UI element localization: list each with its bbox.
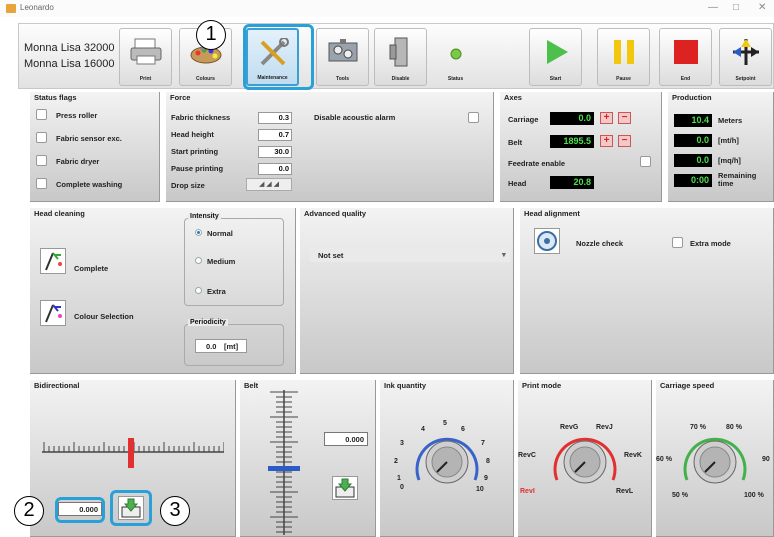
callout-2: 2	[14, 496, 44, 526]
bidirectional-save-button[interactable]	[118, 496, 144, 520]
ink-quantity-panel: Ink quantity 0 1 2 3 4 5 6 7 8 9 10	[380, 380, 514, 537]
pause-printing-input[interactable]: 0.0	[258, 163, 292, 175]
quality-dropdown[interactable]: Not set ▾	[310, 248, 510, 262]
disable-button[interactable]: Disable	[374, 28, 427, 86]
printer-icon	[129, 37, 163, 67]
main-toolbar: Monna Lisa 32000 Monna Lisa 16000 Print …	[18, 23, 774, 89]
app-icon	[6, 4, 16, 13]
machine-name-2: Monna Lisa 16000	[24, 58, 115, 70]
intensity-medium-radio[interactable]	[195, 257, 202, 264]
nozzle-icon	[537, 231, 557, 251]
pause-icon	[609, 37, 639, 69]
carriage-minus-button[interactable]: −	[618, 112, 631, 124]
belt-display: 1895.5	[550, 135, 594, 148]
pause-button[interactable]: Pause	[597, 28, 650, 86]
force-panel: Force Fabric thickness 0.3 Head height 0…	[166, 92, 494, 202]
meters-display: 10.4	[674, 114, 712, 127]
window-title: Leonardo	[20, 3, 54, 12]
complete-washing-checkbox[interactable]	[36, 178, 47, 189]
carriage-plus-button[interactable]: +	[600, 112, 613, 124]
colour-selection-button[interactable]	[40, 300, 66, 326]
axes-panel: Axes Carriage 0.0 + − Belt 1895.5 + − Fe…	[500, 92, 662, 202]
bidirectional-panel: Bidirectional 0.000	[30, 380, 236, 537]
ink-quantity-knob[interactable]	[397, 422, 497, 488]
bidirectional-slider-thumb[interactable]	[128, 438, 134, 468]
print-button[interactable]: Print	[119, 28, 172, 86]
fabric-dryer-checkbox[interactable]	[36, 155, 47, 166]
head-display: 20.8	[550, 176, 594, 189]
save-icon	[335, 478, 355, 498]
brush-colour-icon	[45, 304, 62, 323]
save-icon	[121, 498, 141, 518]
disable-icon	[384, 37, 418, 69]
advanced-quality-panel: Advanced quality Not set ▾	[300, 208, 514, 374]
start-printing-input[interactable]: 30.0	[258, 146, 292, 158]
production-panel: Production 10.4 Meters 0.0 [mt/h] 0.0 [m…	[668, 92, 774, 202]
maximize-button[interactable]: □	[733, 2, 739, 13]
disable-alarm-checkbox[interactable]	[468, 112, 479, 123]
title-bar: Leonardo — □ ✕	[0, 0, 774, 17]
complete-clean-button[interactable]	[40, 248, 66, 274]
callout-3: 3	[160, 496, 190, 526]
extra-mode-checkbox[interactable]	[672, 237, 683, 248]
belt-minus-button[interactable]: −	[618, 135, 631, 147]
callout-1: 1	[196, 20, 226, 50]
head-alignment-panel: Head alignment Nozzle check Extra mode	[520, 208, 774, 374]
maintenance-button[interactable]: Maintenance	[246, 28, 299, 86]
fabric-sensor-checkbox[interactable]	[36, 132, 47, 143]
chevron-down-icon: ▾	[502, 250, 506, 259]
status-led-icon	[449, 47, 463, 63]
bidirectional-slider[interactable]	[42, 430, 224, 470]
toolbox-icon	[326, 37, 360, 67]
belt-input[interactable]: 0.000	[324, 432, 368, 446]
mth-display: 0.0	[674, 134, 712, 147]
belt-slider-thumb[interactable]	[268, 466, 300, 471]
minimize-button[interactable]: —	[708, 2, 718, 13]
setpoint-icon	[731, 37, 761, 69]
machine-name-1: Monna Lisa 32000	[24, 42, 115, 54]
close-button[interactable]: ✕	[758, 2, 766, 13]
print-mode-panel: Print mode RevG RevJ RevC RevK RevI RevL	[518, 380, 652, 537]
start-button[interactable]: Start	[529, 28, 582, 86]
tools-button[interactable]: Tools	[316, 28, 369, 86]
head-cleaning-panel: Head cleaning Complete Colour Selection …	[30, 208, 296, 374]
drop-size-selector[interactable]: ◢ ◢ ◢	[246, 178, 292, 191]
remaining-display: 0:00	[674, 174, 712, 187]
periodicity-group: Periodicity 0.0 [mt]	[184, 319, 284, 366]
belt-slider[interactable]	[264, 390, 304, 535]
carriage-speed-panel: Carriage speed 70 % 80 % 60 % 90 50 % 10…	[656, 380, 774, 537]
intensity-normal-radio[interactable]	[195, 229, 202, 236]
brush-icon	[45, 252, 62, 271]
setpoint-button[interactable]: Setpoint	[719, 28, 772, 86]
periodicity-input[interactable]: 0.0 [mt]	[195, 339, 247, 353]
head-height-input[interactable]: 0.7	[258, 129, 292, 141]
end-button[interactable]: End	[659, 28, 712, 86]
belt-save-button[interactable]	[332, 476, 358, 500]
status-button[interactable]: Status	[429, 28, 482, 86]
intensity-extra-radio[interactable]	[195, 287, 202, 294]
status-flags-panel: Status flags Press roller Fabric sensor …	[30, 92, 160, 202]
intensity-group: Intensity Normal Medium Extra	[184, 213, 284, 306]
print-mode-knob[interactable]	[535, 422, 635, 488]
belt-panel: Belt 0.000	[240, 380, 376, 537]
stop-icon	[671, 37, 701, 69]
press-roller-checkbox[interactable]	[36, 109, 47, 120]
nozzle-check-button[interactable]	[534, 228, 560, 254]
bidirectional-input[interactable]: 0.000	[58, 502, 102, 516]
belt-plus-button[interactable]: +	[600, 135, 613, 147]
mqh-display: 0.0	[674, 154, 712, 167]
play-icon	[541, 37, 571, 69]
tools-icon	[256, 37, 290, 70]
feedrate-checkbox[interactable]	[640, 156, 651, 167]
carriage-speed-knob[interactable]	[665, 422, 765, 488]
fabric-thickness-input[interactable]: 0.3	[258, 112, 292, 124]
carriage-display: 0.0	[550, 112, 594, 125]
